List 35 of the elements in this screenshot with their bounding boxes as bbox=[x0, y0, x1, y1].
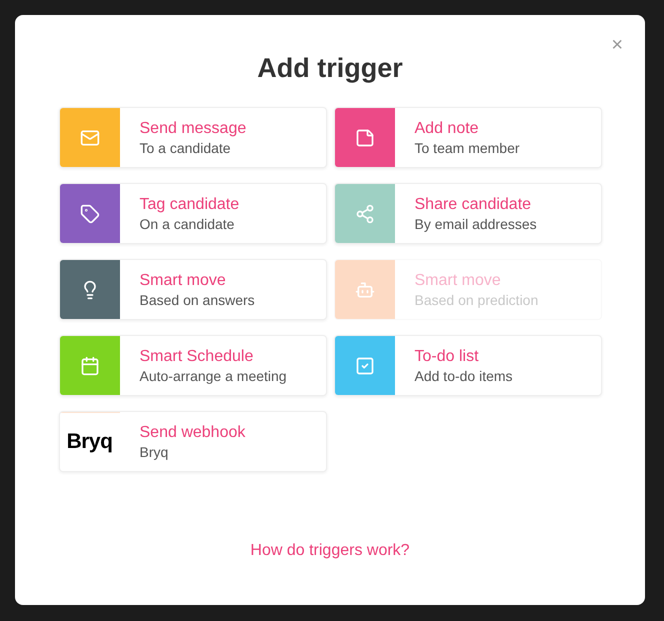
trigger-title: Smart Schedule bbox=[140, 346, 254, 366]
trigger-subtitle: Based on answers bbox=[140, 290, 255, 308]
trigger-card[interactable]: Smart Schedule Auto-arrange a meeting bbox=[58, 335, 326, 396]
trigger-title: To-do list bbox=[414, 346, 480, 366]
trigger-card[interactable]: To-do list Add to-do items bbox=[334, 335, 602, 396]
calendar-icon bbox=[80, 356, 100, 376]
trigger-subtitle: To a candidate bbox=[140, 138, 232, 156]
share-icon bbox=[354, 204, 374, 224]
tag-icon bbox=[80, 204, 100, 224]
mail-icon bbox=[80, 128, 100, 148]
trigger-card[interactable]: Smart move Based on answers bbox=[58, 259, 326, 320]
trigger-subtitle: To team member bbox=[414, 138, 520, 156]
trigger-card[interactable]: Add note To team member bbox=[334, 107, 602, 168]
trigger-title: Add note bbox=[414, 118, 480, 138]
trigger-subtitle: Add to-do items bbox=[414, 366, 513, 384]
trigger-title: Smart move bbox=[414, 270, 502, 290]
note-icon bbox=[354, 128, 374, 148]
trigger-subtitle: On a candidate bbox=[140, 214, 236, 232]
help-link[interactable]: How do triggers work? bbox=[250, 539, 410, 563]
trigger-card[interactable]: Bryq Send webhook Bryq bbox=[58, 411, 326, 472]
trigger-subtitle: Auto-arrange a meeting bbox=[140, 366, 287, 384]
trigger-subtitle: By email addresses bbox=[414, 214, 537, 232]
trigger-card[interactable]: Tag candidate On a candidate bbox=[58, 183, 326, 244]
trigger-card[interactable]: Share candidate By email addresses bbox=[334, 183, 602, 244]
trigger-title: Tag candidate bbox=[140, 194, 240, 214]
trigger-title: Send webhook bbox=[140, 422, 246, 442]
trigger-title: Share candidate bbox=[414, 194, 532, 214]
trigger-card[interactable]: Send message To a candidate bbox=[58, 107, 326, 168]
checkbox-icon bbox=[354, 356, 374, 376]
trigger-title: Send message bbox=[140, 118, 246, 138]
trigger-title: Smart move bbox=[140, 270, 227, 290]
trigger-subtitle: Bryq bbox=[140, 442, 170, 460]
robot-icon bbox=[354, 280, 374, 300]
bryq-logo: Bryq bbox=[66, 429, 112, 456]
dialog-title: Add trigger bbox=[257, 55, 403, 82]
